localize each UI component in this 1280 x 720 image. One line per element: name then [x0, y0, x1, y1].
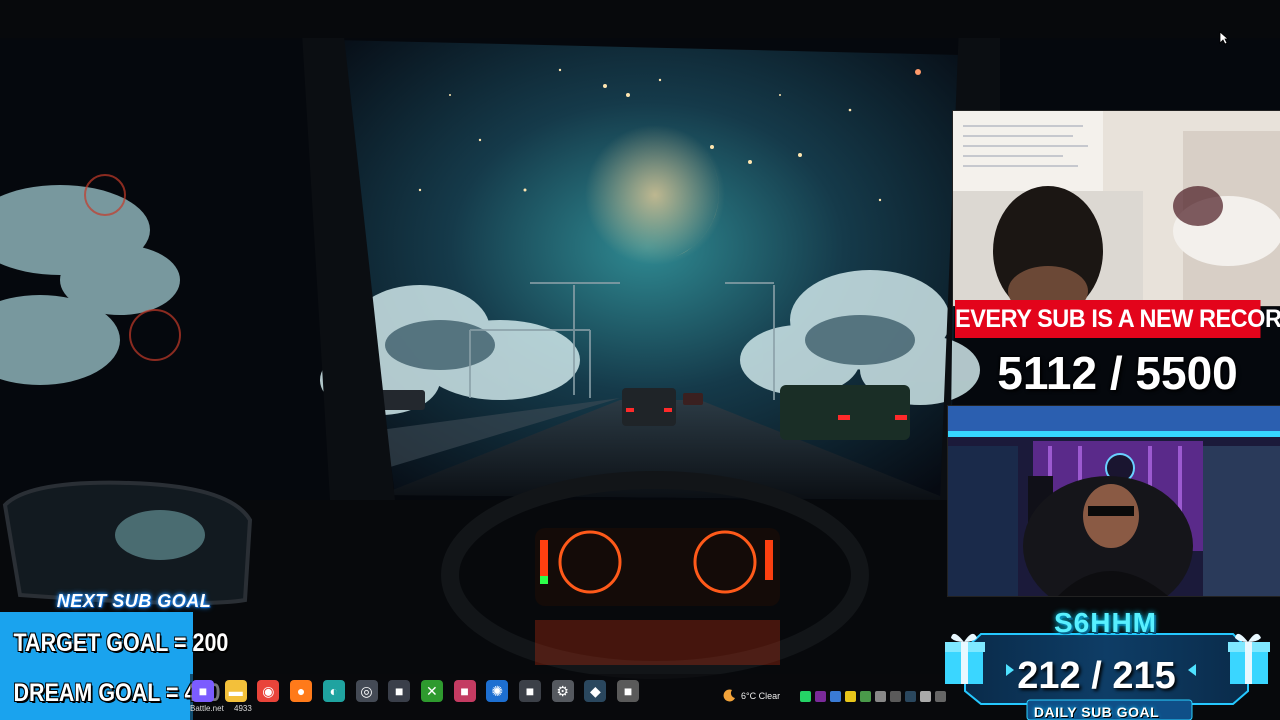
chrome-taskbar-button[interactable]: ◉ [257, 680, 280, 702]
daily-sub-count: 212 / 215 [1017, 655, 1176, 697]
battlenet-label: Battle.net [190, 704, 224, 713]
app-icon: ■ [525, 683, 535, 699]
webcam-feed-bottom [947, 405, 1280, 597]
gear-icon: ⚙ [556, 682, 569, 699]
weather-moon-icon[interactable] [723, 689, 736, 702]
battlenet-taskbar-button[interactable]: ✺ [486, 680, 509, 702]
file-explorer-taskbar-button[interactable]: ▬ [224, 680, 247, 702]
target-goal: TARGET GOAL = 200 [13, 629, 229, 657]
app-doc-taskbar-button[interactable]: ■ [617, 680, 640, 702]
app-x-taskbar-button[interactable]: ■ [519, 680, 541, 702]
sub-goal-box: TARGET GOAL = 200 DREAM GOAL = 400 [0, 612, 229, 720]
obs-taskbar-button[interactable]: ◎ [355, 680, 378, 702]
edge-taskbar-button[interactable]: ◐ [322, 680, 345, 702]
app-icon-taskbar-button[interactable]: ■ [192, 680, 214, 702]
daily-sub-goal-widget: S6HHM 212 / 215 DAILY SUB GOAL [943, 606, 1280, 720]
whatsapp-icon[interactable] [800, 691, 811, 702]
mouse-cursor-icon [1219, 31, 1229, 45]
tray-app-icon[interactable] [845, 691, 856, 702]
steam-taskbar-button[interactable]: ◆ [584, 680, 607, 702]
settings-taskbar-button[interactable]: ⚙ [551, 680, 574, 702]
firefox-icon: ● [296, 683, 306, 699]
tray-app-icon[interactable] [920, 691, 931, 702]
next-sub-goal-title: NEXT SUB GOAL [56, 591, 212, 611]
channel-name: S6HHM [1053, 607, 1157, 638]
weather-text[interactable]: 6°C Clear [741, 691, 780, 701]
app-icon: ■ [623, 683, 633, 699]
app-icon: ■ [198, 683, 208, 699]
daily-sub-goal-label: DAILY SUB GOAL [1033, 704, 1160, 720]
steam-icon: ◆ [590, 682, 601, 699]
app-icon: ■ [460, 683, 469, 699]
xbox-icon: ✕ [426, 682, 438, 699]
tray-app-icon[interactable] [830, 691, 841, 702]
xbox-taskbar-button[interactable]: ✕ [420, 680, 443, 702]
edge-icon: ◐ [329, 683, 339, 699]
tray-app-icon[interactable] [815, 691, 826, 702]
folder-icon: ▬ [228, 683, 243, 699]
app-icon: ■ [394, 683, 404, 699]
battlenet-icon: ✺ [491, 682, 504, 699]
headset-icon[interactable] [875, 691, 886, 702]
tray-app-icon[interactable] [890, 691, 901, 702]
obs-icon: ◎ [360, 682, 373, 699]
dream-goal: DREAM GOAL = 400 [13, 679, 221, 707]
app-taskbar-button[interactable]: ■ [388, 680, 411, 702]
notification-badge-count: 4933 [234, 704, 252, 713]
firefox-taskbar-button[interactable]: ● [290, 680, 313, 702]
record-banner: EVERY SUB IS A NEW RECORD! [955, 300, 1280, 338]
tray-app-icon[interactable] [860, 691, 871, 702]
app-red-taskbar-button[interactable]: ■ [453, 680, 476, 702]
record-sub-count: 5112 / 5500 [997, 347, 1238, 399]
system-tray: 6°C Clear [720, 678, 950, 718]
webcam-feed-top [952, 110, 1280, 307]
chrome-icon: ◉ [262, 682, 275, 699]
steam-tray-icon[interactable] [905, 691, 916, 702]
